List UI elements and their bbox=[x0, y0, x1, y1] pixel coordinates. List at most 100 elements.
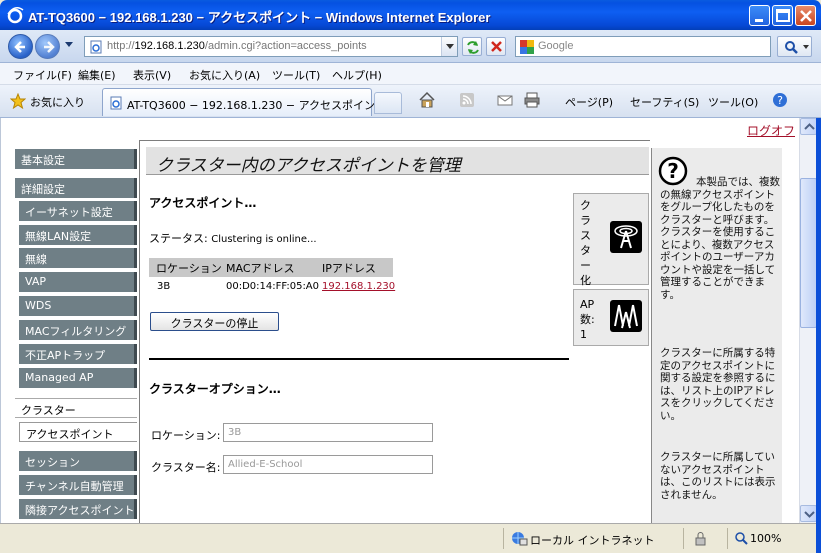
zone-segment: ローカル イントラネット bbox=[503, 528, 683, 549]
ap-group-icon bbox=[610, 300, 642, 332]
stop-cluster-button[interactable]: クラスターの停止 bbox=[150, 312, 279, 331]
row-location: 3B bbox=[157, 281, 171, 292]
status-label: ステータス: Clustering is online... bbox=[149, 232, 317, 245]
svg-text:?: ? bbox=[777, 94, 783, 107]
favorites-label[interactable]: お気に入り bbox=[30, 94, 85, 110]
home-icon[interactable] bbox=[418, 91, 436, 109]
ie-logo-icon bbox=[7, 7, 24, 24]
security-lock-icon bbox=[695, 532, 706, 546]
scroll-down-arrow-icon[interactable] bbox=[800, 505, 817, 522]
minimize-button[interactable] bbox=[749, 5, 770, 26]
close-window-button[interactable] bbox=[795, 5, 816, 26]
sidebar-item-wds[interactable]: WDS bbox=[19, 296, 137, 316]
search-input[interactable]: Google bbox=[515, 36, 771, 57]
cluster-options-heading: クラスターオプション… bbox=[149, 382, 281, 396]
zoom-level: 100% bbox=[750, 532, 782, 545]
page-title-bar: クラスター内のアクセスポイントを管理 bbox=[146, 147, 649, 176]
title-bar: AT-TQ3600 − 192.168.1.230 − アクセスポイント − W… bbox=[0, 0, 821, 30]
ap-table-header: ロケーション MACアドレス IPアドレス bbox=[149, 258, 393, 277]
sidebar-item-wireless-lan[interactable]: 無線LAN設定 bbox=[19, 225, 137, 245]
back-button[interactable] bbox=[8, 34, 33, 59]
sidebar-item-sessions[interactable]: セッション bbox=[19, 451, 137, 471]
tab-title: AT-TQ3600 − 192.168.1.230 − アクセスポイント bbox=[127, 99, 387, 112]
row-ip-link[interactable]: 192.168.1.230 bbox=[322, 281, 395, 292]
maximize-button[interactable] bbox=[772, 5, 793, 26]
forward-button[interactable] bbox=[35, 34, 60, 59]
sidebar-item-channel-mgmt[interactable]: チャンネル自動管理 bbox=[19, 475, 137, 495]
print-icon[interactable] bbox=[523, 91, 541, 109]
sidebar-item-vap[interactable]: VAP bbox=[19, 272, 137, 292]
zoom-segment[interactable]: 100% bbox=[727, 528, 815, 549]
window-title: AT-TQ3600 − 192.168.1.230 − アクセスポイント − W… bbox=[28, 10, 491, 25]
help-paragraph-1: 本製品では、複数の無線アクセスポイントをグループ化したものをクラスターと呼びます… bbox=[660, 176, 780, 301]
search-placeholder: Google bbox=[538, 40, 574, 52]
vertical-scrollbar[interactable] bbox=[799, 118, 817, 523]
menu-bar: ファイル(F) 編集(E) 表示(V) お気に入り(A) ツール(T) ヘルプ(… bbox=[0, 63, 821, 85]
ap-count-box: AP 数: 1 bbox=[573, 289, 649, 346]
refresh-button[interactable] bbox=[462, 37, 482, 56]
cluster-name-field[interactable]: Allied-E-School bbox=[223, 455, 433, 474]
help-paragraph-2: クラスターに所属する特定のアクセスポイントに関する設定を参照するには、リスト上の… bbox=[660, 347, 776, 422]
menu-view[interactable]: 表示(V) bbox=[133, 67, 171, 83]
stop-button[interactable] bbox=[486, 37, 506, 56]
window-frame-right bbox=[816, 118, 821, 553]
sidebar-item-neighbor-ap[interactable]: 隣接アクセスポイント bbox=[19, 499, 137, 519]
menu-edit[interactable]: 編集(E) bbox=[78, 67, 116, 83]
sidebar-item-rogue-ap[interactable]: 不正APトラップ bbox=[19, 344, 137, 364]
new-tab-button[interactable] bbox=[374, 92, 402, 114]
safety-menu[interactable]: セーフティ(S) bbox=[630, 94, 699, 110]
zone-text: ローカル イントラネット bbox=[530, 534, 655, 547]
tools-menu[interactable]: ツール(O) bbox=[708, 94, 758, 110]
ap-section-heading: アクセスポイント… bbox=[149, 196, 257, 210]
scroll-up-arrow-icon[interactable] bbox=[800, 118, 817, 135]
menu-help[interactable]: ヘルプ(H) bbox=[332, 67, 382, 83]
sidebar-item-managed-ap[interactable]: Managed AP bbox=[19, 368, 137, 388]
intranet-zone-icon bbox=[512, 532, 528, 546]
sidebar-item-access-points[interactable]: アクセスポイント bbox=[19, 422, 137, 442]
sidebar-item-advanced-settings[interactable]: 詳細設定 bbox=[15, 178, 137, 198]
address-dropdown-icon[interactable] bbox=[441, 37, 457, 56]
sidebar-item-cluster[interactable]: クラスター bbox=[15, 398, 137, 418]
menu-favorites[interactable]: お気に入り(A) bbox=[189, 67, 260, 83]
scroll-thumb[interactable] bbox=[800, 178, 817, 328]
sidebar-item-mac-filtering[interactable]: MACフィルタリング bbox=[19, 320, 137, 340]
history-dropdown-icon[interactable] bbox=[65, 42, 73, 47]
back-arrow-icon bbox=[14, 41, 25, 53]
cluster-vertical-label: ク ラ ス タ ー 化 bbox=[580, 199, 591, 287]
section-divider bbox=[149, 358, 569, 360]
mail-icon[interactable] bbox=[496, 91, 514, 109]
favorites-star-icon[interactable] bbox=[10, 93, 26, 109]
zoom-icon bbox=[735, 532, 748, 545]
sidebar-item-basic-settings[interactable]: 基本設定 bbox=[15, 149, 137, 169]
page-title: クラスター内のアクセスポイントを管理 bbox=[156, 156, 461, 176]
page-content: ログオフ 基本設定 詳細設定 イーサネット設定 無線LAN設定 無線 VAP W… bbox=[0, 118, 799, 523]
page-menu[interactable]: ページ(P) bbox=[565, 94, 613, 110]
tab-current[interactable]: AT-TQ3600 − 192.168.1.230 − アクセスポイント bbox=[102, 88, 386, 116]
protected-mode-segment[interactable] bbox=[683, 528, 723, 549]
google-icon bbox=[520, 40, 534, 54]
address-toolbar: http://192.168.1.230/admin.cgi?action=ac… bbox=[0, 30, 821, 63]
refresh-icon bbox=[467, 41, 479, 54]
location-field[interactable]: 3B bbox=[223, 423, 433, 442]
page-icon bbox=[90, 40, 102, 54]
sidebar-item-ethernet[interactable]: イーサネット設定 bbox=[19, 201, 137, 221]
sidebar-item-radio[interactable]: 無線 bbox=[19, 248, 137, 268]
logoff-link[interactable]: ログオフ bbox=[747, 122, 795, 139]
col-location: ロケーション bbox=[156, 262, 222, 275]
rss-feed-icon[interactable] bbox=[458, 91, 476, 109]
cluster-status-box: ク ラ ス タ ー 化 bbox=[573, 193, 649, 287]
favorites-bar: お気に入り AT-TQ3600 − 192.168.1.230 − アクセスポイ… bbox=[0, 85, 821, 118]
forward-arrow-icon bbox=[44, 41, 55, 53]
address-field[interactable]: http://192.168.1.230/admin.cgi?action=ac… bbox=[84, 36, 458, 57]
help-icon[interactable]: ? bbox=[771, 91, 789, 109]
menu-file[interactable]: ファイル(F) bbox=[13, 67, 72, 83]
cluster-antenna-icon bbox=[610, 221, 642, 253]
search-button[interactable] bbox=[777, 36, 812, 57]
row-mac: 00:D0:14:FF:05:A0 bbox=[226, 281, 320, 292]
menu-tools[interactable]: ツール(T) bbox=[272, 67, 320, 83]
minimize-icon bbox=[755, 19, 763, 22]
status-bar: ローカル イントラネット 100% bbox=[0, 523, 816, 553]
search-icon bbox=[785, 41, 809, 54]
col-ip: IPアドレス bbox=[322, 262, 376, 275]
help-paragraph-3: クラスターに所属していないアクセスポイントは、このリストには表示されません。 bbox=[660, 451, 776, 501]
